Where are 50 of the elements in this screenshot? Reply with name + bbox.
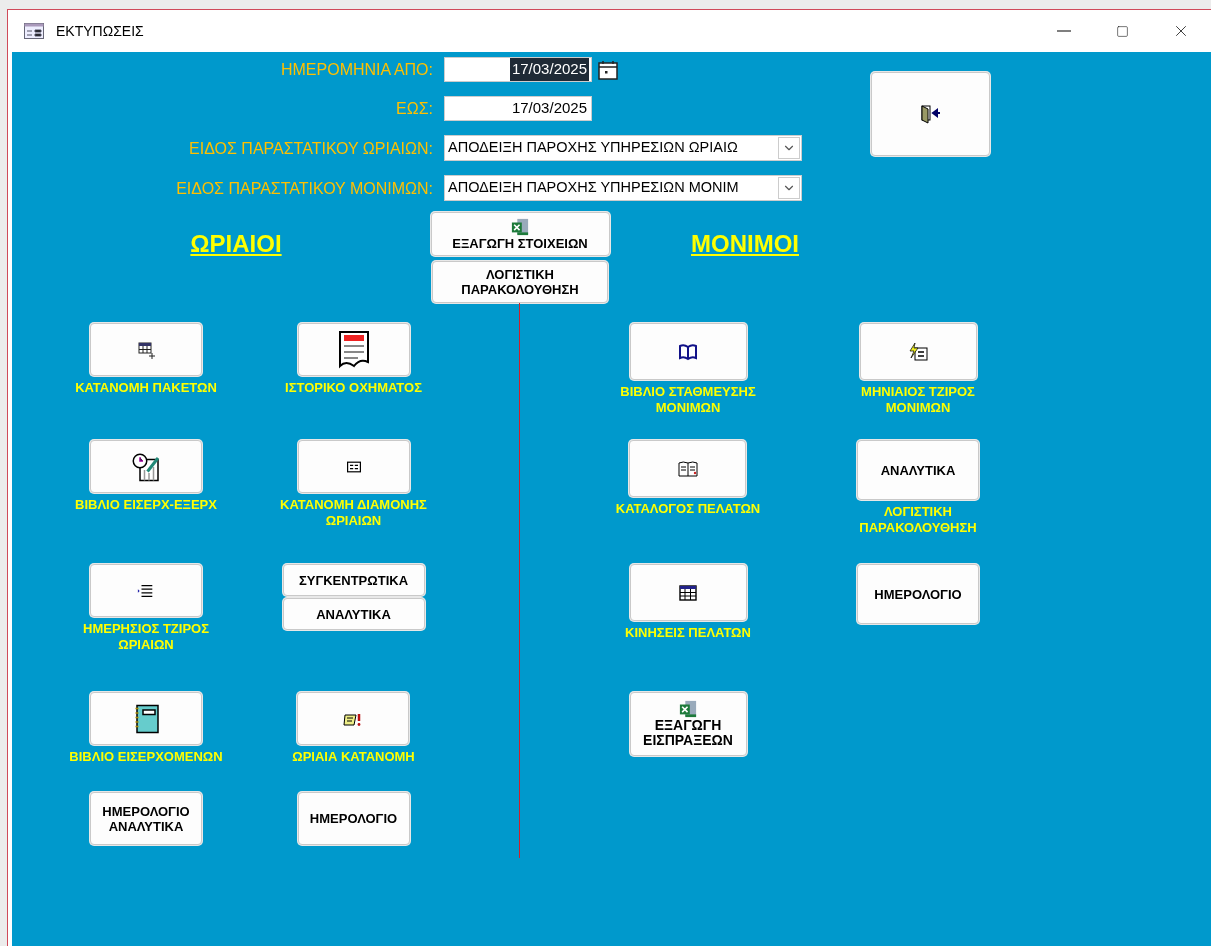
button-caption: ΙΣΤΟΡΙΚΟ ΟΧΗΜΑΤΟΣ [285, 380, 422, 396]
report-button[interactable]: ΑΝΑΛΥΤΙΚΑ [282, 598, 425, 630]
date-field[interactable]: 17/03/2025 [444, 57, 592, 82]
table-icon [678, 582, 698, 603]
button-caption: ΚΑΤΑΛΟΓΟΣ ΠΕΛΑΤΩΝ [615, 501, 761, 517]
report-button[interactable]: ΣΥΓΚΕΝΤΡΩΤΙΚΑ [282, 564, 425, 596]
button-caption: ΚΙΝΗΣΕΙΣ ΠΕΛΑΤΩΝ [625, 625, 751, 641]
section-heading: ΩΡΙΑΙΟΙ [190, 229, 282, 259]
field-label: ΗΜΕΡΟΜΗΝΙΑ ΑΠΟ: [279, 60, 433, 80]
exit-button[interactable] [871, 72, 990, 156]
minimize-icon [1057, 30, 1071, 32]
clock-chart-icon [131, 451, 161, 482]
field-label: ΕΙΔΟΣ ΠΑΡΑΣΤΑΤΙΚΟΥ ΩΡΙΑΙΩΝ: [188, 138, 433, 159]
button-caption: ΒΙΒΛΙΟ ΣΤΑΘΜΕΥΣΗΣ ΜΟΝΙΜΩΝ [619, 384, 757, 416]
open-book-icon [678, 341, 698, 362]
section-heading: ΜΟΝΙΜΟΙ [691, 229, 799, 259]
lightning-form-icon [908, 341, 928, 362]
date-field[interactable]: 17/03/2025 [444, 96, 592, 121]
button-caption: ΒΙΒΛΙΟ ΕΙΣΕΡΧ-ΕΞΕΡΧ [75, 497, 217, 513]
window-title: ΕΚΤΥΠΩΣΕΙΣ [56, 21, 144, 41]
button-caption: ΗΜΕΡΗΣΙΟΣ ΤΖΙΡΟΣ ΩΡΙΑΙΩΝ [82, 621, 210, 653]
button-caption: ΚΑΤΑΝΟΜΗ ΔΙΑΜΟΝΗΣ ΩΡΙΑΙΩΝ [279, 497, 428, 529]
dropdown-field[interactable]: ΑΠΟΔΕΙΞΗ ΠΑΡΟΧΗΣ ΥΠΗΡΕΣΙΩΝ ΜΟΝΙΜ [444, 175, 802, 201]
report-button[interactable] [90, 692, 202, 745]
spreadsheet-icon [679, 700, 697, 718]
button-caption: ΩΡΙΑΙΑ ΚΑΤΑΝΟΜΗ [292, 749, 415, 765]
grid-plus-icon [136, 339, 156, 360]
button-caption: ΒΙΒΛΙΟ ΕΙΣΕΡΧΟΜΕΝΩΝ [69, 749, 223, 765]
spreadsheet-icon [511, 217, 529, 236]
report-button[interactable]: ΗΜΕΡΟΛΟΓΙΟ ΑΝΑΛΥΤΙΚΑ [90, 792, 202, 845]
door-exit-icon [919, 104, 942, 124]
book-list-icon [678, 458, 698, 479]
maximize-icon [1115, 24, 1129, 38]
calendar-icon[interactable] [598, 59, 618, 80]
dropdown-field[interactable]: ΑΠΟΔΕΙΞΗ ΠΑΡΟΧΗΣ ΥΠΗΡΕΣΙΩΝ ΩΡΙΑΙΩ [444, 135, 802, 161]
button-caption: ΛΟΓΙΣΤΙΚΗ ΠΑΡΑΚΟΛΟΥΘΗΣΗ [858, 504, 978, 536]
button-caption: ΚΑΤΑΝΟΜΗ ΠΑΚΕΤΩΝ [75, 380, 217, 396]
button-caption: ΜΗΝΙΑΙΟΣ ΤΖΙΡΟΣ ΜΟΝΙΜΩΝ [860, 384, 976, 416]
report-button[interactable] [90, 440, 202, 493]
report-button[interactable] [297, 323, 410, 376]
report-button[interactable]: ΗΜΕΡΟΛΟΓΙΟ [297, 792, 410, 845]
report-button[interactable]: ΗΜΕΡΟΛΟΓΙΟ [857, 564, 979, 624]
export-button[interactable]: ΕΞΑΓΩΓΗ ΣΤΟΙΧΕΙΩΝ [430, 212, 610, 256]
export-button[interactable]: ΕΞΑΓΩΓΗ ΕΙΣΠΡΑΞΕΩΝ [629, 692, 747, 756]
field-label: ΕΩΣ: [395, 99, 433, 119]
report-button[interactable]: ΛΟΓΙΣΤΙΚΗ ΠΑΡΑΚΟΛΟΥΘΗΣΗ [432, 261, 608, 303]
report-button[interactable]: ΑΝΑΛΥΤΙΚΑ [857, 440, 979, 500]
report-button[interactable] [629, 564, 747, 621]
field-label: ΕΙΔΟΣ ΠΑΡΑΣΤΑΤΙΚΟΥ ΜΟΝΙΜΩΝ: [175, 178, 433, 199]
form-icon [24, 23, 44, 39]
